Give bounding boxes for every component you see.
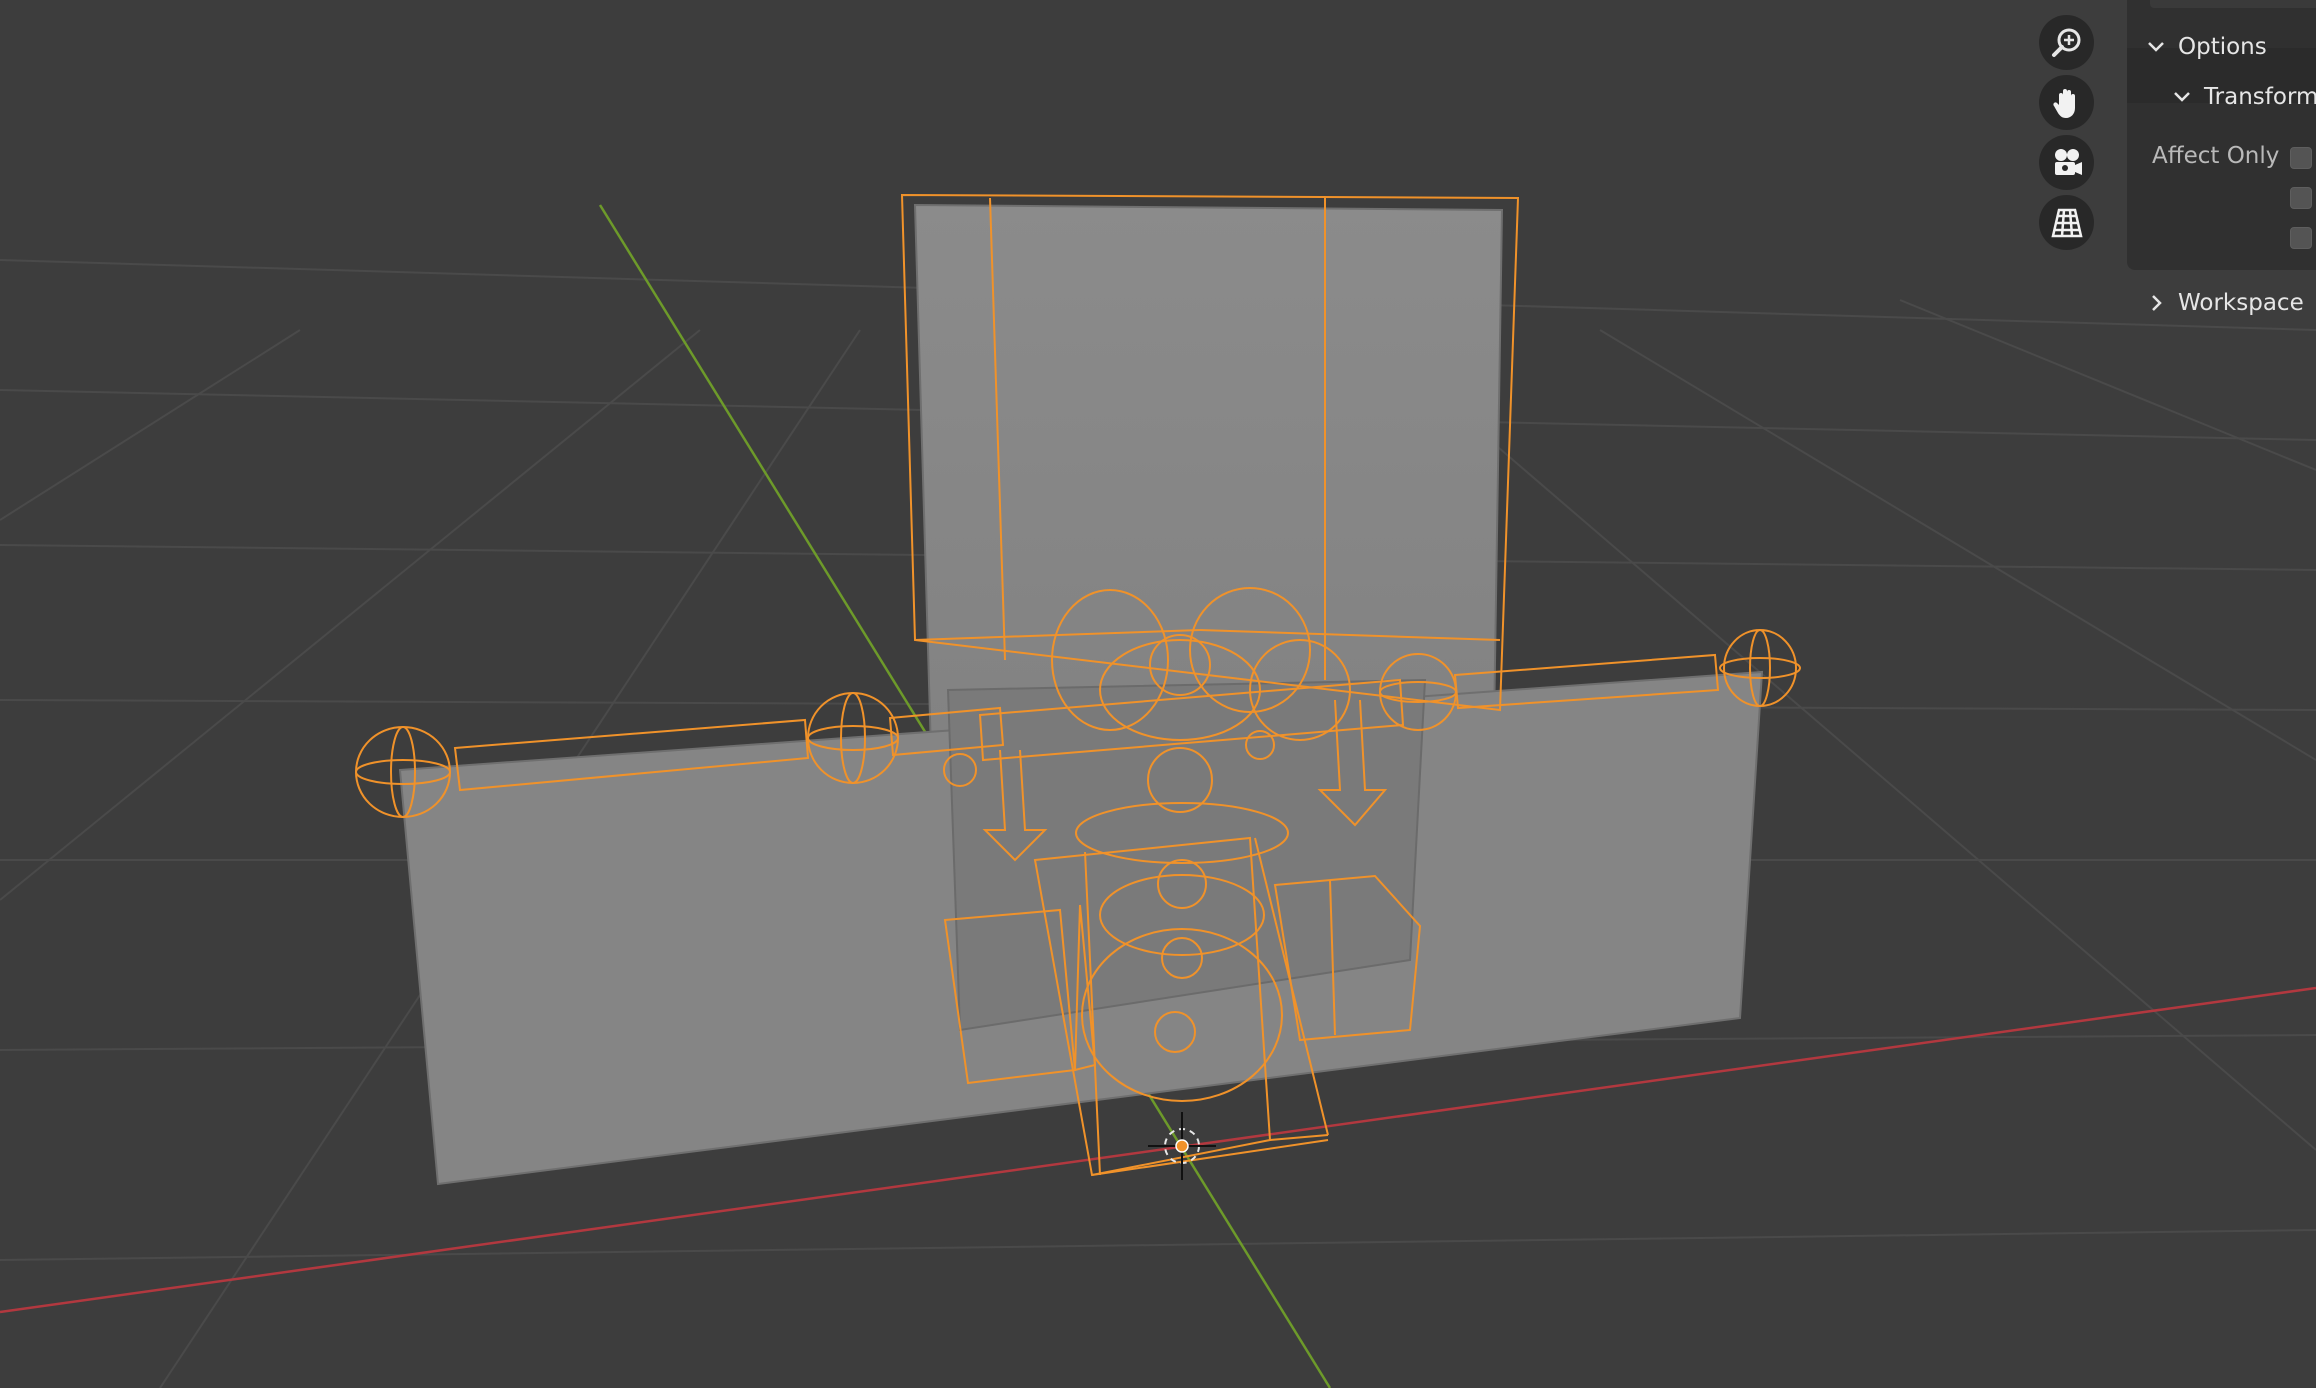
3d-viewport[interactable] <box>0 0 2316 1388</box>
viewport-scene <box>0 193 2316 1388</box>
hand-pan-icon <box>2052 88 2075 118</box>
chevron-right-icon <box>2152 295 2162 311</box>
camera-icon <box>2054 148 2082 175</box>
affect-only-locations-checkbox[interactable] <box>2290 187 2312 209</box>
workspace-label: Workspace <box>2178 290 2304 316</box>
chevron-down-icon <box>2148 42 2164 52</box>
perspective-grid-icon <box>2050 208 2083 237</box>
panel-tab-strip <box>2150 0 2316 8</box>
camera-view-button[interactable] <box>2039 135 2094 190</box>
zoom-icon <box>2051 28 2080 57</box>
chevron-down-icon <box>2174 92 2190 102</box>
options-panel-header[interactable]: Options <box>2142 33 2267 61</box>
pan-button[interactable] <box>2039 75 2094 130</box>
affect-only-parents-checkbox[interactable] <box>2290 227 2312 249</box>
affect-only-row: Affect Only <box>2152 143 2279 169</box>
options-label: Options <box>2178 34 2267 60</box>
zoom-button[interactable] <box>2039 15 2094 70</box>
affect-only-origins-checkbox[interactable] <box>2290 147 2312 169</box>
workspace-panel-header[interactable]: Workspace <box>2142 289 2304 317</box>
affect-only-label: Affect Only <box>2152 143 2280 169</box>
transform-subpanel-toggle[interactable]: Transform <box>2168 83 2316 111</box>
transform-label: Transform <box>2204 84 2316 110</box>
3d-cursor <box>1148 1112 1216 1180</box>
perspective-toggle-button[interactable] <box>2039 195 2094 250</box>
